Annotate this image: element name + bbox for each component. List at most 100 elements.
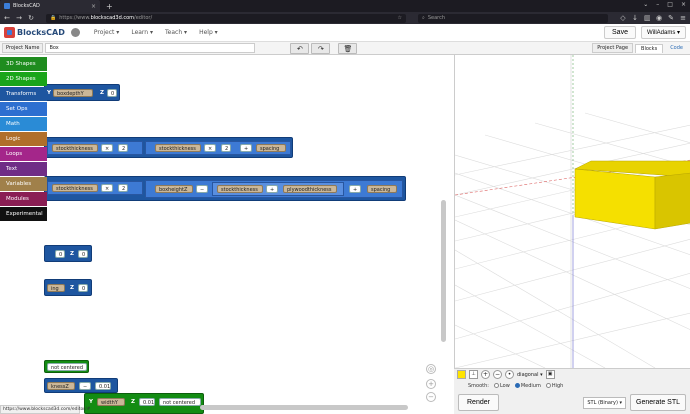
number-field[interactable]: 2: [118, 184, 128, 192]
code-block[interactable]: 0 Z 0: [44, 245, 92, 262]
download-icon[interactable]: ↓: [632, 14, 638, 22]
math-block[interactable]: stockthickness × 2 + spacing: [145, 141, 291, 155]
code-block[interactable]: stockthickness × 2 stockthickness × 2 + …: [44, 137, 293, 158]
language-globe-icon[interactable]: [70, 28, 80, 37]
math-block[interactable]: stockthickness × 2: [47, 141, 143, 155]
axes-toggle-icon[interactable]: ⊥: [469, 370, 478, 379]
menu-help[interactable]: Help ▾: [199, 29, 218, 36]
workspace-vertical-scrollbar[interactable]: [441, 200, 446, 342]
number-field[interactable]: 0.01: [95, 382, 111, 390]
bookmark-star-icon[interactable]: ☆: [398, 15, 402, 21]
back-arrow-icon[interactable]: ←: [4, 14, 10, 22]
minimize-icon[interactable]: –: [656, 1, 659, 8]
radio-high[interactable]: [545, 382, 551, 388]
code-block[interactable]: ing Z 0: [44, 279, 92, 296]
chevron-down-icon[interactable]: ⌄: [643, 1, 648, 8]
math-block[interactable]: stockthickness + plywoodthickness: [212, 182, 344, 196]
close-tab-icon[interactable]: ×: [91, 3, 96, 10]
reset-view-icon[interactable]: •: [505, 370, 514, 379]
blocks-workspace[interactable]: Y boxdepthY Z 0 stockthickness × 2 stock…: [0, 55, 450, 414]
number-field[interactable]: 2: [221, 144, 231, 152]
toolbox-category-logic[interactable]: Logic: [0, 132, 47, 146]
browser-search-bar[interactable]: ⌕ Search: [418, 13, 608, 23]
variable-field[interactable]: stockthickness: [217, 185, 263, 193]
toolbox-category-text[interactable]: Text: [0, 162, 47, 176]
number-field[interactable]: 0: [78, 250, 88, 258]
code-block[interactable]: stockthickness × 2 boxheightZ − stockthi…: [44, 176, 406, 201]
code-block[interactable]: not centered: [44, 360, 89, 373]
user-menu-button[interactable]: WillAdams ▾: [640, 26, 686, 39]
toolbox-category-variables[interactable]: Variables: [0, 177, 47, 191]
menu-project[interactable]: Project ▾: [94, 29, 119, 36]
view-angle-dropdown[interactable]: diagonal ▾: [517, 372, 543, 378]
operator-dropdown[interactable]: −: [196, 185, 208, 193]
toolbox-category-math[interactable]: Math: [0, 117, 47, 131]
variable-field[interactable]: knessZ: [47, 382, 75, 390]
save-button[interactable]: Save: [604, 26, 636, 39]
code-block[interactable]: Y boxdepthY Z 0: [44, 84, 120, 101]
variable-field[interactable]: spacing: [256, 144, 286, 152]
math-block[interactable]: boxheightZ − stockthickness + plywoodthi…: [145, 180, 403, 198]
library-icon[interactable]: ▥: [644, 14, 651, 22]
url-bar[interactable]: 🔒 https://www. blockscad3d.com/editor/ ☆: [46, 13, 406, 23]
math-block[interactable]: stockthickness × 2: [47, 181, 143, 195]
delete-trash-button[interactable]: 🗑: [338, 42, 358, 54]
new-tab-icon[interactable]: +: [106, 2, 113, 11]
operator-dropdown[interactable]: −: [79, 382, 91, 390]
code-block[interactable]: knessZ − 0.01: [44, 378, 118, 393]
account-icon[interactable]: ◉: [656, 14, 662, 22]
reload-icon[interactable]: ↻: [28, 14, 34, 22]
toolbox-category-loops[interactable]: Loops: [0, 147, 47, 161]
pocket-icon[interactable]: ◇: [620, 14, 626, 22]
number-field[interactable]: 0: [55, 250, 65, 258]
smooth-option-medium[interactable]: Medium: [514, 382, 541, 389]
blockscad-logo[interactable]: BlocksCAD: [4, 27, 65, 38]
operator-dropdown[interactable]: ×: [204, 144, 216, 152]
object-color-swatch[interactable]: [457, 370, 466, 379]
smooth-option-low[interactable]: Low: [493, 382, 510, 389]
operator-dropdown[interactable]: ×: [101, 144, 113, 152]
browser-tab[interactable]: BlocksCAD ×: [0, 0, 100, 12]
toolbox-category-experimental[interactable]: Experimental: [0, 207, 47, 221]
operator-dropdown[interactable]: +: [349, 185, 361, 193]
close-window-icon[interactable]: ×: [681, 1, 686, 8]
variable-field[interactable]: ing: [47, 284, 65, 292]
tab-code[interactable]: Code: [665, 44, 688, 52]
project-name-input[interactable]: Box: [45, 43, 256, 53]
variable-field[interactable]: boxheightZ: [155, 185, 193, 193]
undo-button[interactable]: ↶: [290, 42, 310, 54]
maximize-icon[interactable]: □: [667, 1, 673, 8]
smooth-option-high[interactable]: High: [545, 382, 563, 389]
variable-field[interactable]: widthY: [97, 398, 125, 406]
number-field[interactable]: 0.01: [139, 398, 155, 406]
zoom-in-icon[interactable]: +: [426, 379, 436, 389]
toolbox-category-3d-shapes[interactable]: 3D Shapes: [0, 57, 47, 71]
number-field[interactable]: 0: [78, 284, 88, 292]
3d-viewer[interactable]: [454, 55, 690, 368]
radio-medium[interactable]: [514, 382, 520, 388]
variable-field[interactable]: stockthickness: [52, 184, 98, 192]
zoom-out-icon[interactable]: −: [493, 370, 502, 379]
forward-arrow-icon[interactable]: →: [16, 14, 22, 22]
project-page-button[interactable]: Project Page: [592, 43, 634, 53]
variable-field[interactable]: plywoodthickness: [283, 185, 337, 193]
generate-stl-button[interactable]: Generate STL: [630, 394, 686, 411]
center-option-dropdown[interactable]: not centered: [159, 398, 201, 406]
menu-learn[interactable]: Learn ▾: [131, 29, 153, 36]
zoom-in-icon[interactable]: +: [481, 370, 490, 379]
menu-hamburger-icon[interactable]: ≡: [680, 14, 686, 22]
variable-field[interactable]: boxdepthY: [53, 89, 93, 97]
zoom-out-icon[interactable]: −: [426, 392, 436, 402]
extension-icon[interactable]: ✎: [668, 14, 674, 22]
number-field[interactable]: 2: [118, 144, 128, 152]
menu-teach[interactable]: Teach ▾: [165, 29, 187, 36]
radio-low[interactable]: [493, 382, 499, 388]
toolbox-category-set-ops[interactable]: Set Ops: [0, 102, 47, 116]
export-format-dropdown[interactable]: STL (Binary) ▾: [583, 396, 627, 409]
number-field[interactable]: 0: [107, 89, 117, 97]
camera-icon[interactable]: ▣: [545, 370, 555, 379]
workspace-horizontal-scrollbar[interactable]: [200, 405, 408, 410]
operator-dropdown[interactable]: ×: [101, 184, 113, 192]
render-button[interactable]: Render: [458, 394, 499, 411]
operator-dropdown[interactable]: +: [240, 144, 252, 152]
